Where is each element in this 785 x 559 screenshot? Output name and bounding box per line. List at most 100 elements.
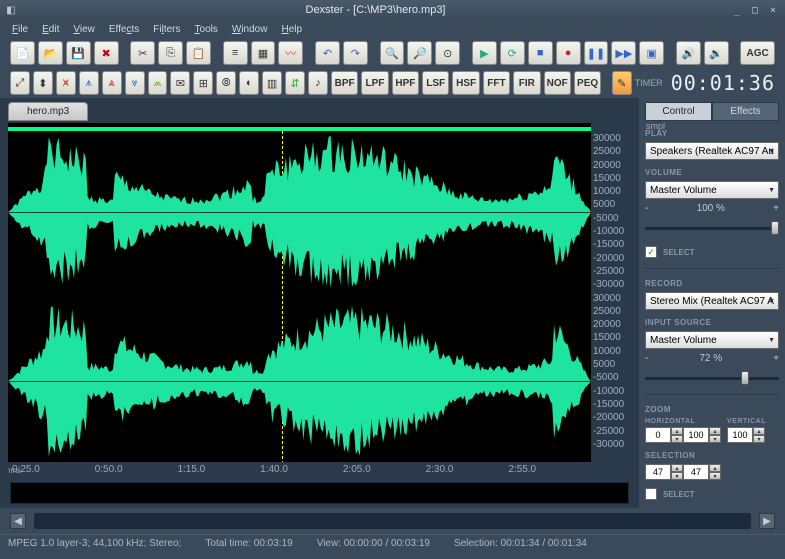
tab-effects[interactable]: Effects [712, 102, 779, 121]
zoom-h-min[interactable]: 0 [645, 427, 671, 443]
selection-icon[interactable]: ▣ [639, 41, 664, 65]
fx-stretch-icon[interactable]: ⤢ [10, 71, 30, 95]
input-slider[interactable] [645, 368, 779, 388]
spin-down-icon[interactable]: ▾ [709, 472, 721, 480]
menu-file[interactable]: File [6, 22, 34, 37]
spin-down-icon[interactable]: ▾ [671, 472, 683, 480]
fx-eq-icon[interactable]: ⇵ [285, 71, 305, 95]
bpf-button[interactable]: BPF [331, 71, 358, 95]
overview-bar[interactable] [10, 482, 629, 504]
time-axis: hms 0:25.0 0:50.0 1:15.0 1:40.0 2:05.0 2… [8, 462, 591, 476]
fft-button[interactable]: FFT [483, 71, 510, 95]
wave-icon[interactable]: 〰 [278, 41, 303, 65]
spin-up-icon[interactable]: ▴ [709, 427, 721, 435]
save-icon[interactable]: 💾 [66, 41, 91, 65]
zoom-in-icon[interactable]: 🔍 [380, 41, 405, 65]
fx-wave4-icon[interactable]: ⩔ [125, 71, 145, 95]
fx-card-icon[interactable]: ⊞ [193, 71, 213, 95]
spin-down-icon[interactable]: ▾ [753, 435, 765, 443]
control-panel: Control Effects Play Speakers (Realtek A… [639, 98, 785, 508]
close-icon[interactable]: × [765, 3, 781, 17]
sel-a[interactable]: 47 [645, 464, 671, 480]
spin-up-icon[interactable]: ▴ [753, 427, 765, 435]
skip-fwd-icon[interactable]: ▶▶ [611, 41, 636, 65]
hpf-button[interactable]: HPF [392, 71, 419, 95]
fx-fade-icon[interactable]: ◐ [239, 71, 259, 95]
spin-down-icon[interactable]: ▾ [709, 435, 721, 443]
vol-up-icon[interactable]: 🔊 [676, 41, 701, 65]
fir-button[interactable]: FIR [513, 71, 540, 95]
mixer-icon[interactable]: ≡ [223, 41, 248, 65]
zoom-h-max[interactable]: 100 [683, 427, 709, 443]
copy-icon[interactable]: ⎘ [158, 41, 183, 65]
vol-down-icon[interactable]: 🔉 [704, 41, 729, 65]
edit-mode-icon[interactable]: ✎ [612, 71, 632, 95]
redo-icon[interactable]: ↷ [343, 41, 368, 65]
fx-wave5-icon[interactable]: ⩕ [148, 71, 168, 95]
select2-checkbox[interactable] [645, 488, 657, 500]
volume-slider[interactable] [645, 218, 779, 238]
fx-wave1-icon[interactable]: ⩙ [56, 71, 76, 95]
volume-device-dropdown[interactable]: Master Volume [645, 181, 779, 199]
input-pct: 72 % [652, 353, 769, 364]
fx-wifi-icon[interactable]: ⦾ [216, 71, 236, 95]
fx-music-icon[interactable]: ♪ [308, 71, 328, 95]
open-icon[interactable]: 📂 [38, 41, 63, 65]
menu-view[interactable]: View [67, 22, 101, 37]
fx-wave3-icon[interactable]: ⩓ [102, 71, 122, 95]
menu-window[interactable]: Window [226, 22, 274, 37]
menu-effects[interactable]: Effects [103, 22, 145, 37]
maximize-icon[interactable]: □ [747, 3, 763, 17]
peq-button[interactable]: PEQ [574, 71, 601, 95]
crop-icon[interactable]: ▦ [251, 41, 276, 65]
new-icon[interactable]: 📄 [10, 41, 35, 65]
delete-icon[interactable]: ✖ [94, 41, 119, 65]
agc-button[interactable]: AGC [740, 41, 774, 65]
waveform-view[interactable]: smpl hms 0:25.0 [8, 123, 629, 476]
select-checkbox[interactable]: ✓ [645, 246, 657, 258]
menu-filters[interactable]: Filters [147, 22, 186, 37]
spin-down-icon[interactable]: ▾ [671, 435, 683, 443]
pause-icon[interactable]: ❚❚ [584, 41, 609, 65]
record-device-dropdown[interactable]: Stereo Mix (Realtek AC97 A [645, 292, 779, 310]
play-icon[interactable]: ▶ [472, 41, 497, 65]
scroll-right-icon[interactable]: ▶ [759, 513, 775, 529]
lsf-button[interactable]: LSF [422, 71, 449, 95]
zoom-v[interactable]: 100 [727, 427, 753, 443]
record-icon[interactable]: ● [556, 41, 581, 65]
minimize-icon[interactable]: _ [729, 3, 745, 17]
spin-up-icon[interactable]: ▴ [709, 464, 721, 472]
spin-up-icon[interactable]: ▴ [671, 427, 683, 435]
fx-normalize-icon[interactable]: ⬍ [33, 71, 53, 95]
file-tab[interactable]: hero.mp3 [8, 102, 88, 121]
fx-wave2-icon[interactable]: ⩚ [79, 71, 99, 95]
scroll-bar[interactable] [34, 513, 751, 529]
zoom-fit-icon[interactable]: ⊙ [435, 41, 460, 65]
volume-label: Volume [645, 168, 779, 177]
status-format: MPEG 1.0 layer-3; 44,100 kHz; Stereo; [8, 538, 181, 549]
sel-b[interactable]: 47 [683, 464, 709, 480]
menu-tools[interactable]: Tools [189, 22, 224, 37]
timer-label: timer [635, 78, 663, 88]
play-loop-icon[interactable]: ⟳ [500, 41, 525, 65]
status-selection: Selection: 00:01:34 / 00:01:34 [454, 538, 587, 549]
hsf-button[interactable]: HSF [452, 71, 479, 95]
lpf-button[interactable]: LPF [361, 71, 388, 95]
cut-icon[interactable]: ✂ [130, 41, 155, 65]
menu-edit[interactable]: Edit [36, 22, 65, 37]
fx-spectrum-icon[interactable]: ▥ [262, 71, 282, 95]
tab-control[interactable]: Control [645, 102, 712, 121]
status-total-time: Total time: 00:03:19 [205, 538, 292, 549]
fx-mail-icon[interactable]: ✉ [170, 71, 190, 95]
paste-icon[interactable]: 📋 [186, 41, 211, 65]
undo-icon[interactable]: ↶ [315, 41, 340, 65]
menubar: File Edit View Effects Filters Tools Win… [0, 20, 785, 38]
scroll-left-icon[interactable]: ◀ [10, 513, 26, 529]
menu-help[interactable]: Help [275, 22, 308, 37]
stop-icon[interactable]: ■ [528, 41, 553, 65]
nof-button[interactable]: NOF [544, 71, 571, 95]
input-device-dropdown[interactable]: Master Volume [645, 331, 779, 349]
play-device-dropdown[interactable]: Speakers (Realtek AC97 Au [645, 142, 779, 160]
zoom-out-icon[interactable]: 🔎 [407, 41, 432, 65]
spin-up-icon[interactable]: ▴ [671, 464, 683, 472]
